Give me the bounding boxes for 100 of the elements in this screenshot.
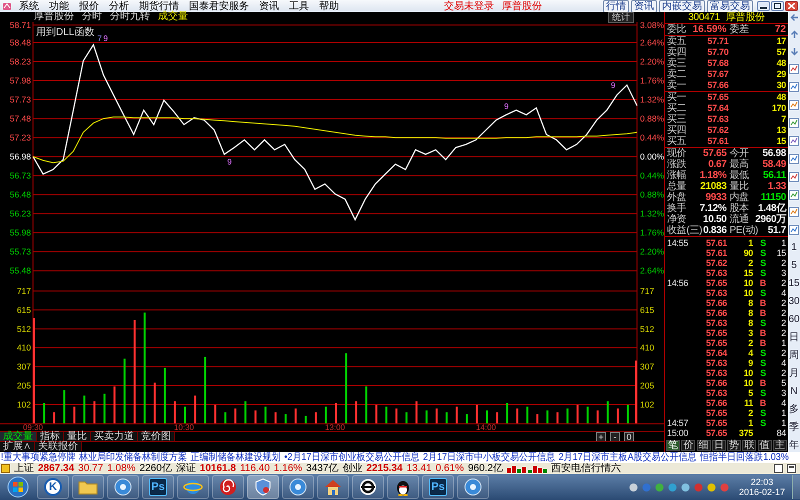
- menu-item[interactable]: 帮助: [314, 0, 344, 12]
- period-button[interactable]: 30: [788, 297, 800, 308]
- chart-tab[interactable]: 量比: [64, 432, 91, 441]
- view-tab[interactable]: 主: [772, 440, 787, 451]
- view-tab[interactable]: 联: [742, 440, 756, 451]
- news-item[interactable]: 2月17日深市中小板交易公开信息: [422, 452, 555, 462]
- volume-bar: [63, 390, 66, 424]
- zoom-button[interactable]: -: [610, 432, 620, 442]
- volume-value: 17: [776, 37, 786, 46]
- zoom-button[interactable]: 0: [624, 432, 634, 442]
- news-item[interactable]: !重大事项紧急停牌: [0, 452, 76, 462]
- price-value: 57.71: [706, 37, 728, 46]
- chart-tab[interactable]: 买卖力道: [91, 432, 138, 441]
- tick-count: 1: [781, 338, 786, 348]
- axis-label: 717: [16, 286, 31, 296]
- view-tab[interactable]: 值: [758, 440, 772, 451]
- news-item[interactable]: 恒指半日回落跌1.03%: [700, 452, 789, 462]
- count-label: 9: [610, 80, 616, 90]
- taskbar-button[interactable]: [387, 475, 419, 499]
- tick-price: 57.66: [704, 398, 727, 408]
- taskbar-button[interactable]: [282, 475, 314, 499]
- volume-bar: [73, 406, 76, 424]
- news-item[interactable]: 2月17日深市主板A股交易公开信息: [558, 452, 697, 462]
- axis-label: 717: [640, 286, 654, 296]
- chart-mode[interactable]: 分时: [82, 12, 102, 22]
- view-tab[interactable]: 价: [681, 440, 696, 451]
- view-tab[interactable]: 日: [712, 440, 726, 451]
- menu-item[interactable]: 期货行情: [134, 0, 184, 12]
- volume-bar: [345, 353, 348, 424]
- taskbar-button[interactable]: [457, 475, 489, 499]
- menu-item[interactable]: 功能: [44, 0, 74, 12]
- show-desktop-button[interactable]: [792, 475, 800, 499]
- volume-value: 15: [776, 137, 786, 146]
- tick-side: B: [758, 378, 766, 388]
- chart-tab[interactable]: 指标: [37, 432, 64, 441]
- period-button[interactable]: 周: [789, 351, 799, 362]
- toolbar-button[interactable]: 行情: [603, 0, 629, 12]
- chart-tab[interactable]: 成交量: [0, 432, 37, 441]
- field-label: 卖二: [667, 70, 686, 80]
- index-value: 2215.34: [366, 464, 403, 474]
- taskbar-button[interactable]: K: [37, 475, 69, 499]
- maximize-button[interactable]: [771, 1, 784, 11]
- zoom-button[interactable]: +: [596, 432, 606, 442]
- tick-count: 2: [781, 368, 786, 378]
- close-button[interactable]: [785, 1, 798, 11]
- axis-label: 58.71: [10, 22, 31, 30]
- view-tab[interactable]: 笔: [666, 440, 680, 451]
- period-button[interactable]: 15: [788, 279, 800, 290]
- field-value: 2960万: [755, 214, 786, 224]
- volume-bar: [365, 386, 368, 424]
- toolbar-button[interactable]: 内嵌交易: [659, 0, 705, 12]
- chart-mode[interactable]: 分时九转: [110, 12, 150, 22]
- taskbar-button[interactable]: [352, 475, 384, 499]
- period-button[interactable]: 年: [789, 440, 799, 451]
- period-button[interactable]: 5: [791, 261, 797, 272]
- volume-bar: [395, 408, 398, 424]
- minimize-button[interactable]: [757, 1, 770, 11]
- field-label: 换手: [667, 204, 686, 214]
- menu-item[interactable]: 分析: [104, 0, 134, 12]
- chart-note: 用到DLL函数: [36, 27, 94, 38]
- taskbar-button[interactable]: Ps: [142, 475, 174, 499]
- period-button[interactable]: N: [790, 387, 798, 398]
- volume-bar: [496, 412, 498, 424]
- axis-label: 2.20%: [640, 56, 664, 67]
- period-button[interactable]: 月: [789, 369, 799, 380]
- menu-item[interactable]: 报价: [74, 0, 104, 12]
- taskbar-button[interactable]: [212, 475, 244, 499]
- period-button[interactable]: 多: [789, 404, 799, 415]
- period-button[interactable]: 季: [789, 422, 799, 433]
- news-item[interactable]: 林业局印发储备林制度方案: [79, 452, 187, 462]
- news-item[interactable]: 正编制储备林建设规划: [190, 452, 281, 462]
- menu-item[interactable]: 资讯: [254, 0, 284, 12]
- period-button[interactable]: 日: [789, 333, 799, 344]
- tick-price: 57.63: [704, 288, 727, 298]
- panel-tab[interactable]: 关联报价: [35, 442, 82, 451]
- taskbar-button[interactable]: [107, 475, 139, 499]
- toolbar-button[interactable]: 富易交易: [707, 0, 753, 12]
- news-item[interactable]: •2月17日深市创业板交易公开信息: [284, 452, 420, 462]
- tick-count: 2: [781, 308, 786, 318]
- taskbar-button[interactable]: Ps: [422, 475, 454, 499]
- period-button[interactable]: 1: [791, 243, 797, 254]
- period-button[interactable]: 60: [788, 315, 800, 326]
- menu-item[interactable]: 系统: [14, 0, 44, 12]
- tick-price: 57.65: [704, 418, 727, 428]
- chart-tab[interactable]: 竞价图: [138, 432, 175, 441]
- axis-label: 512: [16, 324, 31, 334]
- toolbar-button[interactable]: 资讯: [631, 0, 657, 12]
- volume-bar: [466, 414, 468, 424]
- field-value: 21083: [700, 182, 726, 192]
- menu-item[interactable]: 工具: [284, 0, 314, 12]
- volume-bar: [83, 396, 86, 424]
- view-tab[interactable]: 势: [727, 440, 742, 451]
- tick-price: 57.65: [704, 328, 727, 338]
- view-tab[interactable]: 细: [696, 440, 711, 451]
- menu-item[interactable]: 国泰君安服务: [184, 0, 254, 12]
- tick-time: 14:57: [667, 418, 690, 428]
- panel-tab[interactable]: 扩展∧: [0, 442, 35, 451]
- volume-bar: [324, 406, 327, 424]
- volume-value: 48: [776, 59, 786, 68]
- stats-button[interactable]: 统计: [608, 12, 634, 22]
